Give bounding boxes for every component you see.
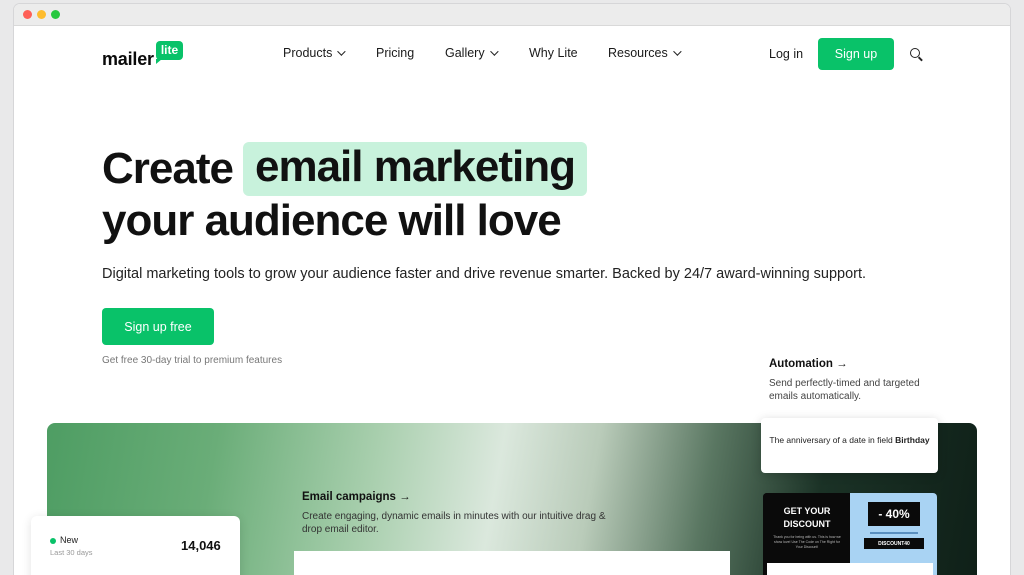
logo-badge: lite bbox=[155, 41, 184, 64]
stat-period: Last 30 days bbox=[50, 548, 93, 557]
email-campaigns-description: Create engaging, dynamic emails in minut… bbox=[302, 511, 606, 535]
signup-free-button[interactable]: Sign up free bbox=[102, 308, 214, 345]
status-dot-icon bbox=[50, 538, 56, 544]
stat-label: New bbox=[60, 535, 79, 545]
email-preview-footer bbox=[767, 563, 933, 575]
nav-pricing[interactable]: Pricing bbox=[376, 46, 414, 60]
automation-trigger-card: The anniversary of a date in field Birth… bbox=[761, 418, 938, 473]
nav-pricing-label: Pricing bbox=[376, 46, 415, 60]
hero-title-line1: Create email marketing bbox=[102, 142, 587, 196]
nav-why-lite[interactable]: Why Lite bbox=[529, 46, 578, 60]
email-campaigns-link[interactable]: Email campaigns → bbox=[302, 491, 411, 503]
subscriber-stat-card: New Last 30 days 14,046 bbox=[31, 516, 240, 575]
email-preview-heading: GET YOUR DISCOUNT bbox=[783, 506, 831, 529]
email-preview-body: Thank you for being with us. This is how… bbox=[773, 535, 841, 549]
automation-link[interactable]: Automation → bbox=[769, 358, 848, 370]
chevron-down-icon bbox=[489, 47, 499, 56]
trial-note: Get free 30-day trial to premium feature… bbox=[102, 355, 283, 366]
discount-badge: - 40% bbox=[868, 502, 920, 526]
chevron-down-icon bbox=[672, 47, 682, 56]
nav-products-label: Products bbox=[283, 46, 333, 60]
window-titlebar bbox=[14, 4, 1010, 26]
minimize-window-icon[interactable] bbox=[37, 10, 46, 19]
nav-gallery[interactable]: Gallery bbox=[445, 46, 499, 60]
hero-subtitle: Digital marketing tools to grow your aud… bbox=[102, 266, 867, 282]
browser-window: mailer lite Products Pricing Gallery Why… bbox=[14, 4, 1010, 575]
discount-code: DISCOUNT40 bbox=[864, 538, 924, 549]
email-editor-preview bbox=[294, 551, 730, 575]
hero-title-line2: your audience will love bbox=[102, 196, 562, 245]
logo-wordmark: mailer bbox=[102, 49, 154, 69]
stat-value: 14,046 bbox=[181, 538, 221, 553]
nav-gallery-label: Gallery bbox=[445, 46, 485, 60]
nav-resources-label: Resources bbox=[608, 46, 668, 60]
maximize-window-icon[interactable] bbox=[51, 10, 60, 19]
trigger-field: Birthday bbox=[895, 435, 930, 445]
nav-why-lite-label: Why Lite bbox=[529, 46, 578, 60]
hero-title-pre: Create bbox=[102, 144, 234, 193]
login-link[interactable]: Log in bbox=[769, 47, 803, 61]
nav-products[interactable]: Products bbox=[283, 46, 347, 60]
search-icon[interactable] bbox=[910, 48, 920, 58]
nav-resources[interactable]: Resources bbox=[608, 46, 682, 60]
email-preview-divider bbox=[870, 532, 918, 534]
chevron-down-icon bbox=[337, 47, 347, 56]
email-preview: GET YOUR DISCOUNT Thank you for being wi… bbox=[763, 493, 937, 575]
hero-title-highlight: email marketing bbox=[242, 142, 587, 196]
header-signup-button[interactable]: Sign up bbox=[818, 38, 894, 70]
automation-description: Send perfectly-timed and targeted emails… bbox=[769, 378, 920, 402]
landing-page: mailer lite Products Pricing Gallery Why… bbox=[14, 26, 1010, 575]
close-window-icon[interactable] bbox=[23, 10, 32, 19]
trigger-text: The anniversary of a date in field bbox=[769, 435, 893, 445]
mailerlite-logo[interactable]: mailer lite bbox=[102, 40, 184, 70]
